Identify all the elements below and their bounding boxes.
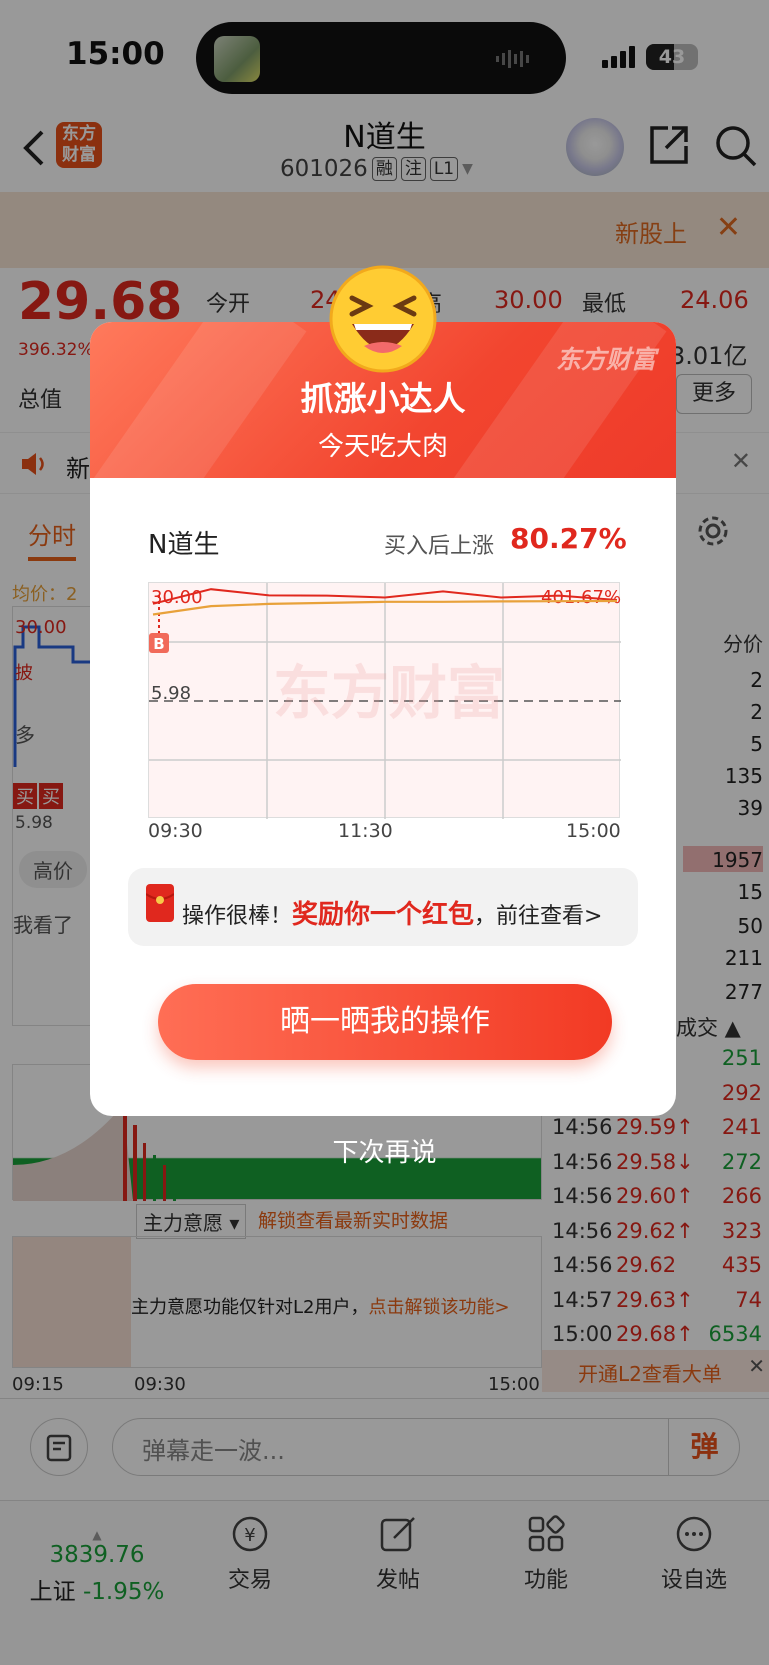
modal-brand: 东方财富 [555,345,656,374]
red-envelope-icon [146,884,174,922]
gain-label: 买入后上涨 [384,534,495,559]
share-modal: 东方财富 抓涨小达人 今天吃大肉 N道生 买入后上涨 80.27% 东方财富 3… [90,322,676,1116]
modal-subtitle: 今天吃大肉 [317,432,448,462]
laughing-emoji-icon [329,265,437,373]
share-operation-button[interactable]: 晒一晒我的操作 [158,984,612,1060]
x-axis-label: 09:30 [148,820,203,842]
gain-value: 80.27% [510,522,627,555]
modal-stock-name: N道生 [148,530,220,560]
dismiss-later-button[interactable]: 下次再说 [0,1132,769,1169]
buy-marker-label: B [153,635,164,653]
modal-chart-svg: 东方财富 30.00 401.67% 5.98 B [149,583,621,819]
reward-text[interactable]: 操作很棒！奖励你一个红包，前往查看> [182,894,602,931]
chart-low-label: 5.98 [151,683,191,704]
x-axis-label: 15:00 [566,820,621,842]
modal-title: 抓涨小达人 [300,379,466,418]
chart-watermark: 东方财富 [273,659,505,727]
x-axis-label: 11:30 [338,820,393,842]
modal-chart: 东方财富 30.00 401.67% 5.98 B [148,582,621,819]
